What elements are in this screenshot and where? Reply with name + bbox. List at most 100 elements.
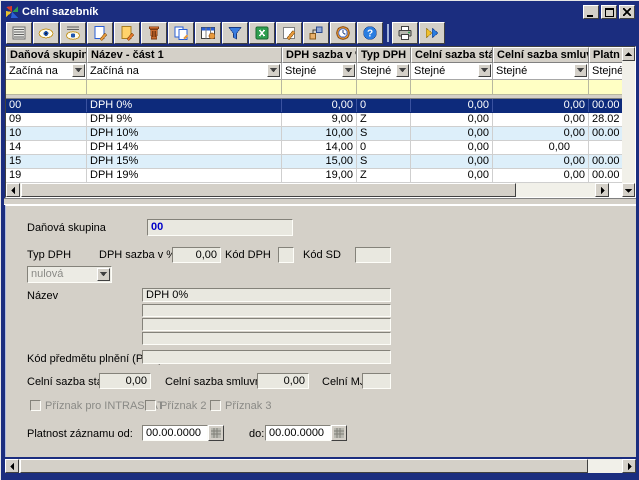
more-actions-button[interactable]: [419, 22, 445, 44]
chevron-down-icon[interactable]: [97, 268, 110, 281]
nazev-line2-field[interactable]: [142, 304, 391, 317]
grid-horizontal-scrollbar[interactable]: [6, 183, 609, 197]
filter-combo[interactable]: Začíná na: [6, 63, 87, 80]
grid-row[interactable]: 19DPH 19%19,00Z0,000,0000.00: [6, 169, 622, 183]
kod-dph-field[interactable]: [278, 247, 294, 263]
column-header[interactable]: Celní sazba stálá: [411, 47, 493, 63]
grid-cell: 09: [6, 113, 87, 126]
pdp-field[interactable]: [142, 350, 391, 364]
new-record-cell[interactable]: [87, 80, 282, 95]
filter-combo[interactable]: Stejné: [493, 63, 589, 80]
grid-vertical-scrollbar[interactable]: [622, 47, 635, 197]
filter-combo[interactable]: Stejné: [589, 63, 622, 80]
grid-scroll-down-icon[interactable]: [622, 183, 635, 197]
chevron-down-icon[interactable]: [396, 64, 409, 77]
platnost-od-field[interactable]: 00.00.0000: [142, 425, 208, 441]
grid-row[interactable]: 00DPH 0%0,0000,000,0000.00: [6, 99, 622, 113]
typ-dph-label: Typ DPH: [27, 249, 71, 261]
grid-cell: DPH 9%: [87, 113, 282, 126]
kod-sd-field[interactable]: [355, 247, 391, 263]
grid-cell: 15,00: [282, 155, 357, 168]
grid-cell: [589, 141, 622, 154]
chevron-down-icon[interactable]: [72, 64, 85, 77]
dph-sazba-field[interactable]: 0,00: [172, 247, 221, 263]
column-header[interactable]: Platn: [589, 47, 622, 63]
new-record-button[interactable]: [87, 22, 113, 44]
sazba-stala-field[interactable]: 0,00: [99, 373, 151, 389]
window-hscroll-thumb[interactable]: [20, 459, 588, 473]
column-settings-button[interactable]: [195, 22, 221, 44]
platnost-do-field[interactable]: 00.00.0000: [265, 425, 331, 441]
column-header[interactable]: Název - část 1: [87, 47, 282, 63]
nazev-field[interactable]: DPH 0%: [142, 288, 391, 302]
relations-button[interactable]: [303, 22, 329, 44]
minimize-button[interactable]: [583, 5, 599, 19]
column-header[interactable]: DPH sazba v %: [282, 47, 357, 63]
filter-combo-value: Stejné: [496, 65, 527, 77]
sazba-smluvni-field[interactable]: 0,00: [257, 373, 309, 389]
record-list-button[interactable]: [6, 22, 32, 44]
chevron-down-icon[interactable]: [478, 64, 491, 77]
grid-row[interactable]: 09DPH 9%9,00Z0,000,0028.02: [6, 113, 622, 127]
maximize-button[interactable]: [601, 5, 617, 19]
help-button[interactable]: ?: [357, 22, 383, 44]
splitter[interactable]: [4, 198, 636, 205]
grid-row[interactable]: 14DPH 14%14,0000,000,00: [6, 141, 622, 155]
celni-mj-field[interactable]: [362, 373, 391, 389]
filter-combo[interactable]: Stejné: [282, 63, 357, 80]
platnost-do-label: do:: [249, 428, 264, 440]
excel-export-button[interactable]: [249, 22, 275, 44]
view-detail-button[interactable]: [60, 22, 86, 44]
filter-combo[interactable]: Stejné: [357, 63, 411, 80]
new-record-cell[interactable]: [357, 80, 411, 95]
chevron-down-icon[interactable]: [342, 64, 355, 77]
grid-scroll-right-icon[interactable]: [595, 183, 609, 197]
column-header[interactable]: Celní sazba smluvní: [493, 47, 589, 63]
danova-skupina-field[interactable]: 00: [147, 219, 293, 236]
nazev-line4-field[interactable]: [142, 332, 391, 345]
priznak-intrastat-checkbox[interactable]: [30, 400, 41, 411]
calendar-do-icon[interactable]: [331, 425, 347, 441]
calendar-od-icon[interactable]: [208, 425, 224, 441]
filter-button[interactable]: [222, 22, 248, 44]
grid-row[interactable]: 10DPH 10%10,00S0,000,0000.00: [6, 127, 622, 141]
grid-cell: 19,00: [282, 169, 357, 182]
chevron-down-icon[interactable]: [574, 64, 587, 77]
titlebar[interactable]: Celní sazebník: [4, 4, 636, 20]
grid-scroll-up-icon[interactable]: [622, 47, 635, 61]
grid-hscroll-thumb[interactable]: [21, 183, 516, 197]
new-record-cell[interactable]: [589, 80, 622, 95]
priznak3-checkbox[interactable]: [210, 400, 221, 411]
grid-cell: 0,00: [493, 141, 589, 154]
grid-cell: 00.00: [589, 155, 622, 168]
filter-combo[interactable]: Začíná na: [87, 63, 282, 80]
note-pencil-icon: [281, 25, 297, 41]
typ-dph-dropdown[interactable]: nulová: [27, 266, 112, 283]
window-horizontal-scrollbar[interactable]: [5, 459, 636, 473]
new-record-cell[interactable]: [493, 80, 589, 95]
grid-scroll-left-icon[interactable]: [6, 183, 20, 197]
edit-record-button[interactable]: [114, 22, 140, 44]
copy-record-button[interactable]: [168, 22, 194, 44]
new-record-cell[interactable]: [6, 80, 87, 95]
view-record-button[interactable]: [33, 22, 59, 44]
grid-row[interactable]: 15DPH 15%15,00S0,000,0000.00: [6, 155, 622, 169]
window-scroll-right-icon[interactable]: [622, 459, 636, 473]
filter-combo[interactable]: Stejné: [411, 63, 493, 80]
column-header[interactable]: Typ DPH: [357, 47, 411, 63]
nazev-line3-field[interactable]: [142, 318, 391, 331]
celni-mj-label: Celní MJ: [322, 376, 365, 388]
edit-note-button[interactable]: [276, 22, 302, 44]
new-record-cell[interactable]: [282, 80, 357, 95]
grid-new-record-row[interactable]: [6, 80, 622, 95]
history-button[interactable]: [330, 22, 356, 44]
print-button[interactable]: [392, 22, 418, 44]
column-header[interactable]: Daňová skupina: [6, 47, 87, 63]
priznak2-checkbox[interactable]: [145, 400, 156, 411]
new-record-cell[interactable]: [411, 80, 493, 95]
chevron-down-icon[interactable]: [267, 64, 280, 77]
grid-cell: 0,00: [493, 127, 589, 140]
delete-record-button[interactable]: [141, 22, 167, 44]
window-scroll-left-icon[interactable]: [5, 459, 19, 473]
close-button[interactable]: [619, 5, 635, 19]
